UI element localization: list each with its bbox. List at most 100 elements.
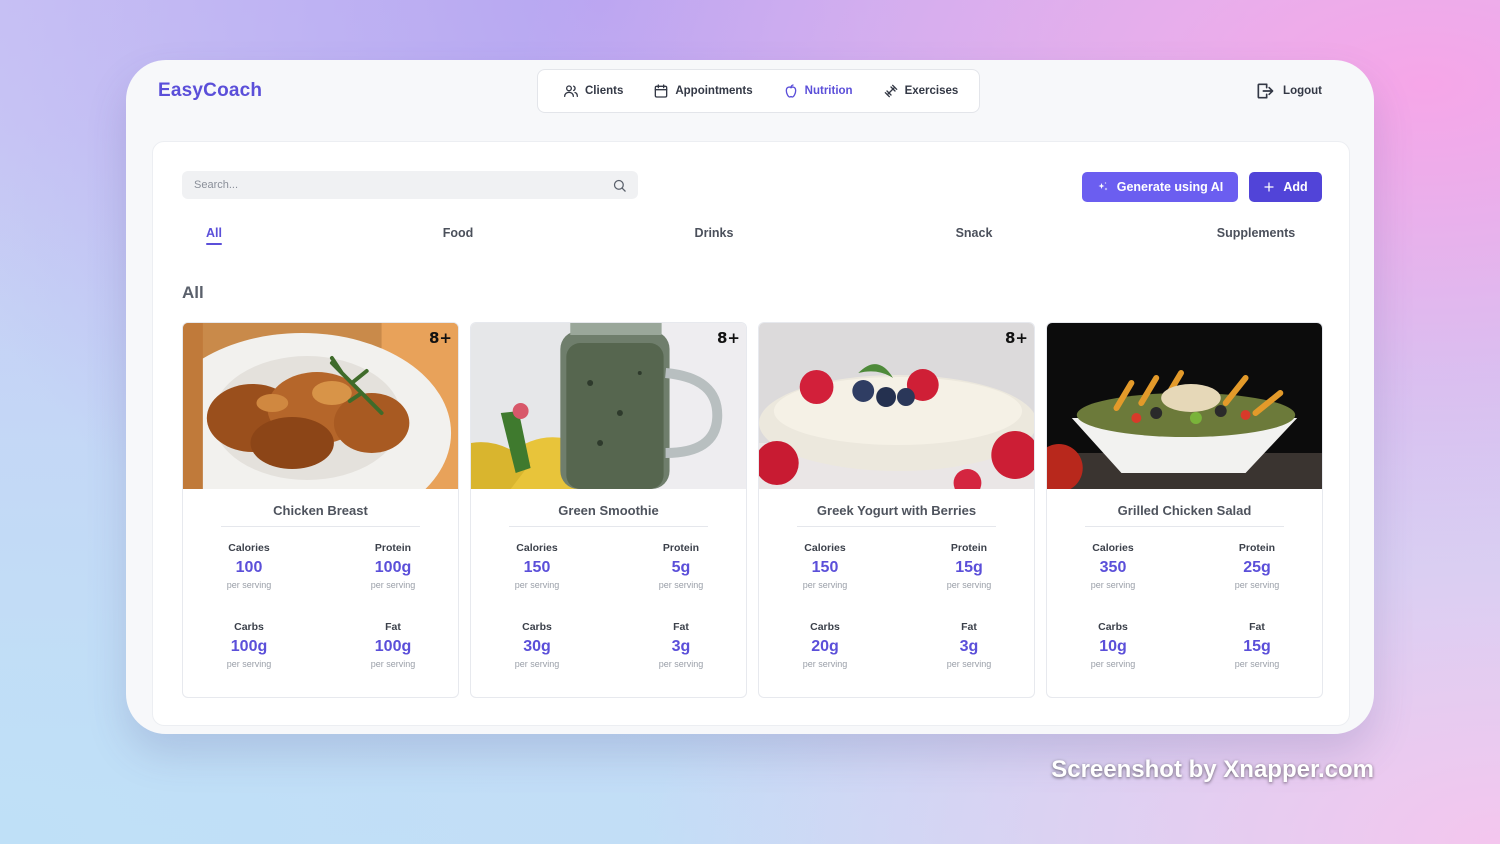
per-serving-label: per serving (1234, 659, 1280, 669)
green-smoothie-jar-photo (471, 323, 746, 489)
nav-item-appointments[interactable]: Appointments (653, 83, 753, 99)
protein-label: Protein (662, 542, 700, 554)
tab-supplements[interactable]: Supplements (1217, 226, 1296, 240)
sparkle-icon (1098, 182, 1108, 191)
nav-item-exercises[interactable]: Exercises (883, 83, 959, 99)
add-label: Add (1283, 180, 1308, 194)
protein-value: 100g (374, 559, 412, 576)
protein-value: 15g (955, 559, 983, 576)
carbs-value: 100g (230, 638, 268, 655)
calories-value: 350 (1099, 559, 1127, 576)
food-card[interactable]: 8+ Green Smoothie Calories 150 per serving… (470, 322, 747, 698)
logout-icon (1257, 83, 1274, 99)
carbs-label: Carbs (810, 621, 840, 633)
calories-label: Calories (516, 542, 558, 554)
calories-value: 100 (235, 559, 263, 576)
category-tabs: All Food Drinks Snack Supplements (153, 226, 1349, 250)
per-serving-label: per serving (1234, 580, 1280, 590)
logout-label: Logout (1283, 85, 1322, 97)
nav-item-clients[interactable]: Clients (563, 83, 623, 99)
calendar-icon (655, 84, 668, 98)
per-serving-label: per serving (226, 580, 272, 590)
protein-stat: Protein 100g per serving (343, 542, 443, 590)
protein-label: Protein (950, 542, 988, 554)
fat-value: 100g (374, 638, 412, 655)
calories-label: Calories (1092, 542, 1134, 554)
search-input[interactable] (182, 171, 638, 199)
nav-item-nutrition[interactable]: Nutrition (783, 83, 853, 99)
fat-label: Fat (961, 621, 977, 633)
protein-stat: Protein 25g per serving (1207, 542, 1307, 590)
app-window: EasyCoach Clients Appointments Nutrition… (126, 60, 1374, 734)
tab-food[interactable]: Food (443, 226, 474, 240)
fat-stat: Fat 15g per serving (1207, 621, 1307, 669)
per-serving-label: per serving (226, 659, 272, 669)
screenshot-watermark: Screenshot by Xnapper.com (1051, 756, 1374, 783)
chicken-salad-photo (1047, 323, 1322, 489)
food-card[interactable]: 8+ Chicken Breast Calories 100 per serving… (182, 322, 459, 698)
card-divider (221, 526, 420, 527)
calories-label: Calories (804, 542, 846, 554)
card-divider (797, 526, 996, 527)
per-serving-label: per serving (946, 580, 992, 590)
calories-stat: Calories 350 per serving (1063, 542, 1163, 590)
fat-label: Fat (385, 621, 401, 633)
search-icon[interactable] (612, 178, 627, 193)
logout-button[interactable]: Logout (1255, 81, 1322, 101)
calories-value: 150 (523, 559, 551, 576)
per-serving-label: per serving (658, 580, 704, 590)
card-title: Grilled Chicken Salad (1117, 503, 1252, 518)
calories-label: Calories (228, 542, 270, 554)
age-badge: 8+ (1004, 329, 1028, 347)
protein-label: Protein (374, 542, 412, 554)
per-serving-label: per serving (658, 659, 704, 669)
card-divider (509, 526, 708, 527)
add-button[interactable]: Add (1249, 172, 1322, 202)
calories-stat: Calories 150 per serving (775, 542, 875, 590)
app-logo[interactable]: EasyCoach (158, 80, 262, 102)
carbs-value: 10g (1099, 638, 1127, 655)
plus-icon (1264, 182, 1274, 192)
protein-stat: Protein 15g per serving (919, 542, 1019, 590)
per-serving-label: per serving (514, 580, 560, 590)
nav-label: Appointments (675, 85, 753, 97)
roasted-chicken-photo (183, 323, 458, 489)
dumbbell-icon (884, 84, 897, 98)
carbs-label: Carbs (1098, 621, 1128, 633)
tab-drinks[interactable]: Drinks (695, 226, 734, 240)
protein-value: 5g (671, 559, 691, 576)
apple-icon (785, 84, 796, 98)
fat-stat: Fat 100g per serving (343, 621, 443, 669)
carbs-label: Carbs (522, 621, 552, 633)
carbs-stat: Carbs 30g per serving (487, 621, 587, 669)
protein-value: 25g (1243, 559, 1271, 576)
fat-value: 15g (1243, 638, 1271, 655)
food-card[interactable]: 8+ Greek Yogurt with Berries Calories 150… (758, 322, 1035, 698)
food-card-grid: 8+ Chicken Breast Calories 100 per serving… (182, 322, 1323, 698)
fat-stat: Fat 3g per serving (631, 621, 731, 669)
fat-value: 3g (959, 638, 979, 655)
card-title: Green Smoothie (558, 503, 659, 518)
fat-label: Fat (1249, 621, 1265, 633)
food-card[interactable]: Grilled Chicken Salad Calories 350 per ser… (1046, 322, 1323, 698)
per-serving-label: per serving (1090, 659, 1136, 669)
per-serving-label: per serving (802, 580, 848, 590)
age-badge: 8+ (428, 329, 452, 347)
calories-stat: Calories 100 per serving (199, 542, 299, 590)
tab-all[interactable]: All (206, 226, 222, 245)
card-title: Greek Yogurt with Berries (816, 503, 977, 518)
carbs-value: 20g (811, 638, 839, 655)
users-icon (564, 85, 578, 97)
section-title: All (182, 283, 204, 302)
carbs-stat: Carbs 100g per serving (199, 621, 299, 669)
nutrition-panel: Generate using AI Add All Food Drinks Sn… (152, 141, 1350, 726)
carbs-value: 30g (523, 638, 551, 655)
per-serving-label: per serving (802, 659, 848, 669)
per-serving-label: per serving (514, 659, 560, 669)
age-badge: 8+ (716, 329, 740, 347)
nav-label: Clients (585, 85, 624, 97)
tab-snack[interactable]: Snack (956, 226, 993, 240)
nav-label: Exercises (904, 85, 959, 97)
generate-ai-button[interactable]: Generate using AI (1082, 172, 1238, 202)
card-divider (1085, 526, 1284, 527)
